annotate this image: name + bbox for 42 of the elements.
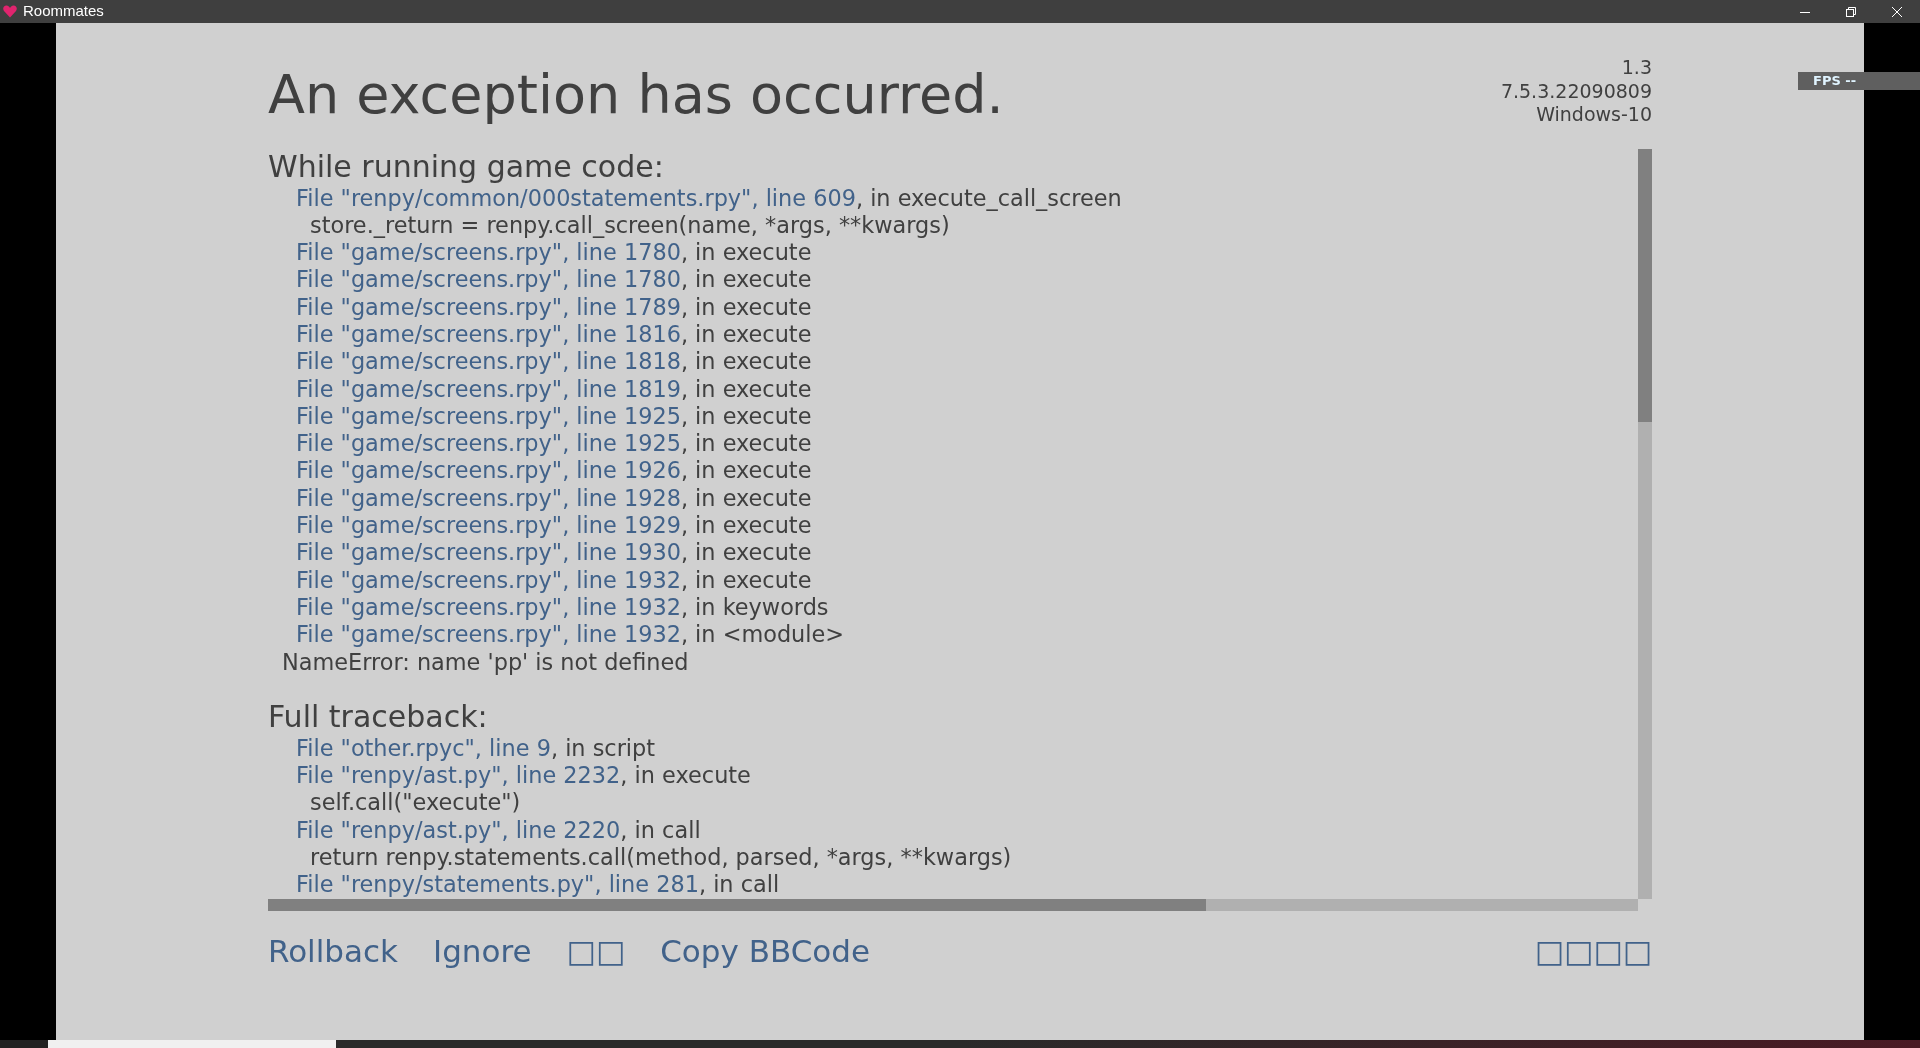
traceback-line: File "renpy/ast.py", line 2220, in call (295, 816, 702, 845)
traceback-line: File "renpy/common/000statements.rpy", line 609, in execute_call_screen (295, 184, 1123, 212)
traceback-line: File "game/screens.rpy", line 1926, in execute (295, 457, 813, 485)
traceback-line: File "game/screens.rpy", line 1932, in execute (295, 566, 813, 594)
traceback-line: File "game/screens.rpy", line 1930, in execute (295, 539, 813, 567)
traceback-line: File "game/screens.rpy", line 1932, in keywords (295, 593, 830, 622)
traceback-line: File "game/screens.rpy", line 1925, in execute (295, 402, 813, 431)
code-line: self.call("execute") (309, 789, 522, 817)
traceback-line: File "renpy/ast.py", line 2232, in execute (295, 762, 752, 790)
restore-icon (1846, 6, 1856, 17)
version-text: 7.5.3.22090809 (1500, 79, 1652, 103)
traceback-line: File "other.rpyc", line 9, in script (295, 734, 657, 763)
code-line: store._return = renpy.call_screen(name, *args, **kwargs) (309, 211, 951, 240)
traceback-line: File "game/screens.rpy", line 1816, in execute (295, 321, 813, 349)
fps-counter: FPS -- (1798, 72, 1920, 90)
traceback-line: File "game/screens.rpy", line 1780, in execute (295, 266, 813, 294)
action-button[interactable]: Ignore (433, 932, 532, 970)
horizontal-scrollbar[interactable] (268, 898, 1638, 911)
traceback-line: File "game/screens.rpy", line 1789, in execute (295, 293, 813, 321)
close-icon (1892, 6, 1902, 17)
window-title: Roommates (23, 1, 104, 22)
code-line: return renpy.statements.call(method, parsed, *args, **kwargs) (309, 844, 1013, 872)
error-message: NameError: name 'pp' is not defined (281, 648, 690, 676)
heart-icon (3, 5, 17, 18)
version-text: Windows-10 (1535, 103, 1652, 127)
action-button[interactable]: □□ (566, 932, 626, 970)
traceback-line: File "game/screens.rpy", line 1932, in <module> (295, 621, 846, 649)
traceback-line: File "renpy/statements.py", line 281, in call (295, 871, 781, 899)
section-heading: Full traceback: (268, 698, 489, 735)
traceback-line: File "game/screens.rpy", line 1780, in execute (295, 239, 813, 267)
traceback-line: File "game/screens.rpy", line 1818, in execute (295, 348, 813, 376)
action-button[interactable]: Rollback (268, 932, 398, 970)
version-text: 1.3 (1620, 56, 1652, 80)
traceback-line: File "game/screens.rpy", line 1929, in execute (295, 512, 813, 540)
error-title: An exception has occurred. (268, 68, 1004, 127)
traceback-line: File "game/screens.rpy", line 1928, in execute (295, 484, 813, 513)
vertical-scrollbar[interactable] (1638, 148, 1652, 899)
action-button[interactable]: □□□□ (1534, 932, 1652, 970)
traceback-line: File "game/screens.rpy", line 1819, in execute (295, 375, 813, 403)
traceback-line: File "game/screens.rpy", line 1925, in execute (295, 430, 813, 458)
section-heading: While running game code: (268, 148, 665, 185)
action-button[interactable]: Copy BBCode (660, 932, 871, 970)
